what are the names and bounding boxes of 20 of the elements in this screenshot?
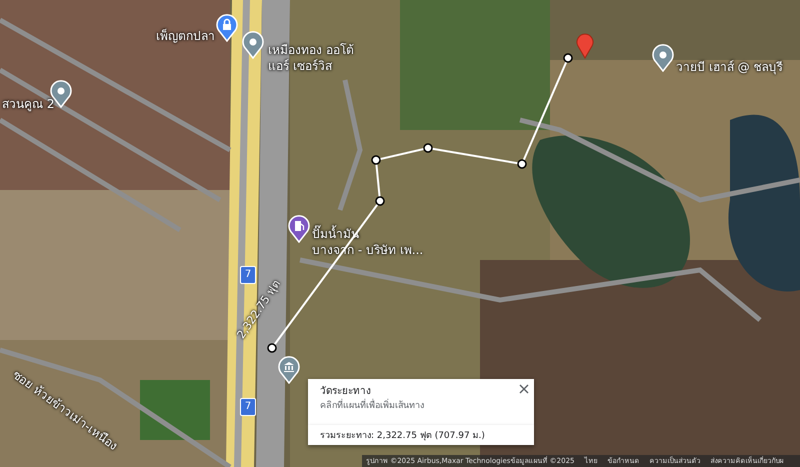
measurement-point[interactable]: [563, 53, 573, 63]
measurement-point[interactable]: [423, 143, 433, 153]
lock-pin-icon[interactable]: [216, 14, 238, 42]
place-label[interactable]: วายบี เฮาส์ @ ชลบุรี: [676, 59, 782, 75]
total-distance: รวมระยะทาง: 2,322.75 ฟุต (707.97 ม.): [308, 425, 534, 445]
place-label[interactable]: เหมืองทอง ออโต้ แอร์ เซอร์วิส: [268, 42, 354, 74]
measurement-point[interactable]: [267, 343, 277, 353]
panel-title: วัดระยะทาง: [320, 385, 372, 398]
place-label[interactable]: สวนคูณ 2: [2, 96, 54, 112]
close-button[interactable]: [518, 383, 530, 395]
measurement-point[interactable]: [517, 159, 527, 169]
highway-shield: 7: [240, 266, 256, 284]
fuel-pump-pin-icon[interactable]: [288, 215, 310, 243]
highway-shield: 7: [240, 398, 256, 416]
panel-hint: คลิกที่แผนที่เพื่อเพิ่มเส้นทาง: [320, 399, 522, 413]
bank-pin-icon[interactable]: [278, 356, 300, 384]
measurement-point[interactable]: [375, 196, 385, 206]
location-pin-icon[interactable]: [652, 44, 674, 72]
measurement-point[interactable]: [371, 155, 381, 165]
place-label[interactable]: เพ็ญตกปลา: [156, 28, 215, 44]
